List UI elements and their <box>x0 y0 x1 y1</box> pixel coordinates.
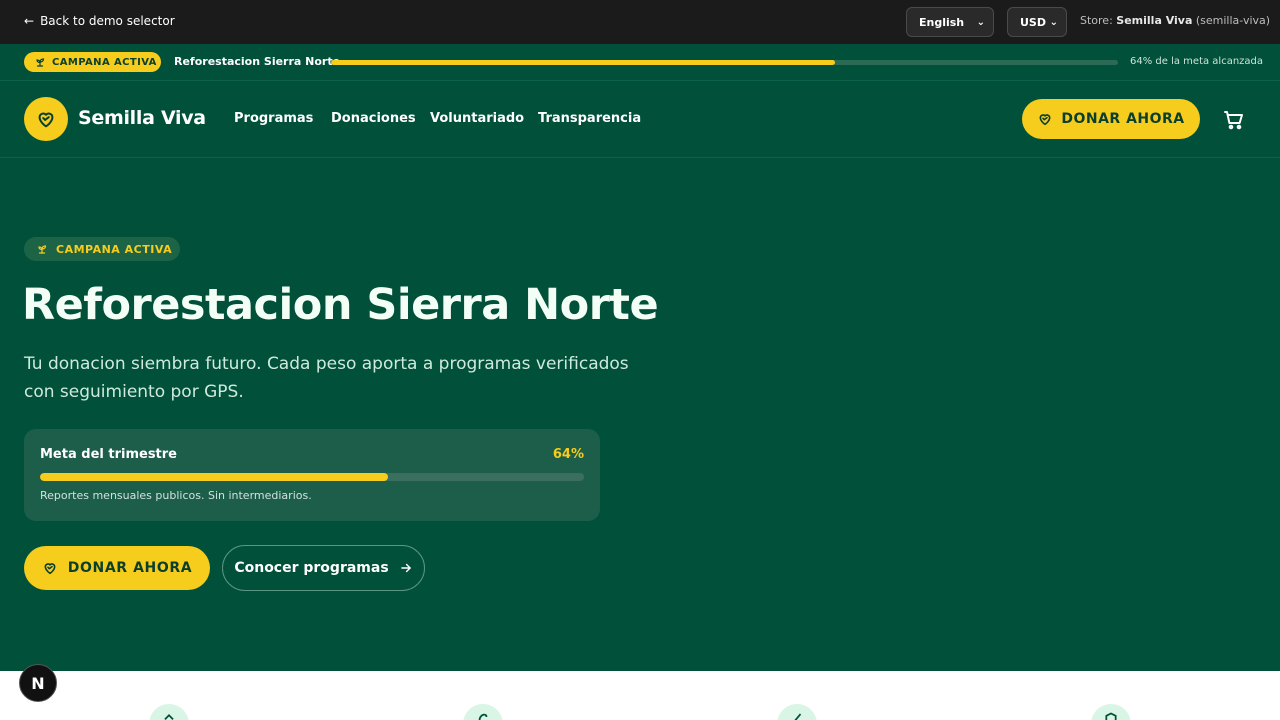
cart-icon[interactable] <box>1222 108 1246 132</box>
feature-icon-4 <box>1091 704 1131 720</box>
heart-handshake-icon <box>44 563 56 575</box>
hand-icon <box>478 713 488 720</box>
arrow-left-icon: ← <box>24 14 35 28</box>
sprout-icon <box>36 58 45 67</box>
programs-button[interactable]: Conocer programas <box>222 545 425 591</box>
programs-button-label: Conocer programas <box>234 560 389 576</box>
campaign-progress-text: 64% de la meta alcanzada <box>1130 56 1264 67</box>
nav-link-transparencia[interactable]: Transparencia <box>538 111 641 126</box>
demo-bar: ← Back to demo selector English ⌄ USD ⌄ … <box>0 0 1280 44</box>
donate-button-hero-label: DONAR AHORA <box>67 560 193 576</box>
arrow-right-icon <box>400 563 411 573</box>
chevron-down-icon: ⌄ <box>976 16 985 28</box>
goal-percentage: 64% <box>552 447 584 462</box>
hero-badge: CAMPANA ACTIVA <box>24 237 180 261</box>
hero-badge-label: CAMPANA ACTIVA <box>56 242 173 256</box>
goal-note: Reportes mensuales publicos. Sin interme… <box>40 489 312 502</box>
dev-tools-badge[interactable]: N <box>19 664 57 702</box>
feature-icon-2 <box>463 704 503 720</box>
heart-handshake-icon <box>1039 114 1051 126</box>
store-slug: (semilla-viva) <box>1195 14 1271 27</box>
campaign-badge-label: CAMPANA ACTIVA <box>52 56 157 68</box>
campaign-title: Reforestacion Sierra Norte <box>174 55 341 68</box>
chevron-up-icon <box>164 714 174 720</box>
language-select[interactable]: English ⌄ <box>906 7 994 37</box>
store-prefix: Store: <box>1080 14 1113 27</box>
chevron-down-icon: ⌄ <box>1049 16 1058 28</box>
leaf-icon <box>794 713 802 720</box>
hero-section: CAMPANA ACTIVA Reforestacion Sierra Nort… <box>0 158 1280 671</box>
donate-button-nav-label: DONAR AHORA <box>1061 111 1185 127</box>
shield-icon <box>1105 712 1117 720</box>
goal-card: Meta del trimestre 64% Reportes mensuale… <box>24 429 600 521</box>
currency-select[interactable]: USD ⌄ <box>1007 7 1067 37</box>
nav-link-donaciones[interactable]: Donaciones <box>331 111 416 126</box>
goal-progress-bar <box>40 473 584 481</box>
store-info: Store: Semilla Viva (semilla-viva) <box>1080 14 1270 27</box>
goal-label: Meta del trimestre <box>40 447 177 462</box>
goal-progress-fill <box>40 473 389 481</box>
back-link-label: Back to demo selector <box>40 14 175 28</box>
brand-name[interactable]: Semilla Viva <box>78 107 206 129</box>
nav-link-programas[interactable]: Programas <box>234 111 313 126</box>
logo[interactable] <box>24 97 68 141</box>
donate-button-hero[interactable]: DONAR AHORA <box>24 546 210 590</box>
campaign-strip: CAMPANA ACTIVA Reforestacion Sierra Nort… <box>0 44 1280 81</box>
main-nav: Semilla Viva Programas Donaciones Volunt… <box>0 81 1280 158</box>
feature-icon-3 <box>777 704 817 720</box>
heart-handshake-icon <box>38 112 54 128</box>
hero-subtitle: Tu donacion siembra futuro. Cada peso ap… <box>24 354 629 402</box>
campaign-badge: CAMPANA ACTIVA <box>24 52 161 72</box>
hero-title: Reforestacion Sierra Norte <box>22 280 659 330</box>
back-to-demo-link[interactable]: ← Back to demo selector <box>24 14 175 28</box>
nav-link-voluntariado[interactable]: Voluntariado <box>430 111 524 126</box>
feature-icon-1 <box>149 704 189 720</box>
donate-button-nav[interactable]: DONAR AHORA <box>1022 99 1200 139</box>
campaign-progress-fill <box>331 60 835 65</box>
campaign-progress-bar <box>331 60 1118 65</box>
currency-value: USD <box>1020 15 1046 29</box>
language-value: English <box>919 15 965 29</box>
sprout-icon <box>38 245 47 254</box>
store-name: Semilla Viva <box>1116 14 1193 27</box>
